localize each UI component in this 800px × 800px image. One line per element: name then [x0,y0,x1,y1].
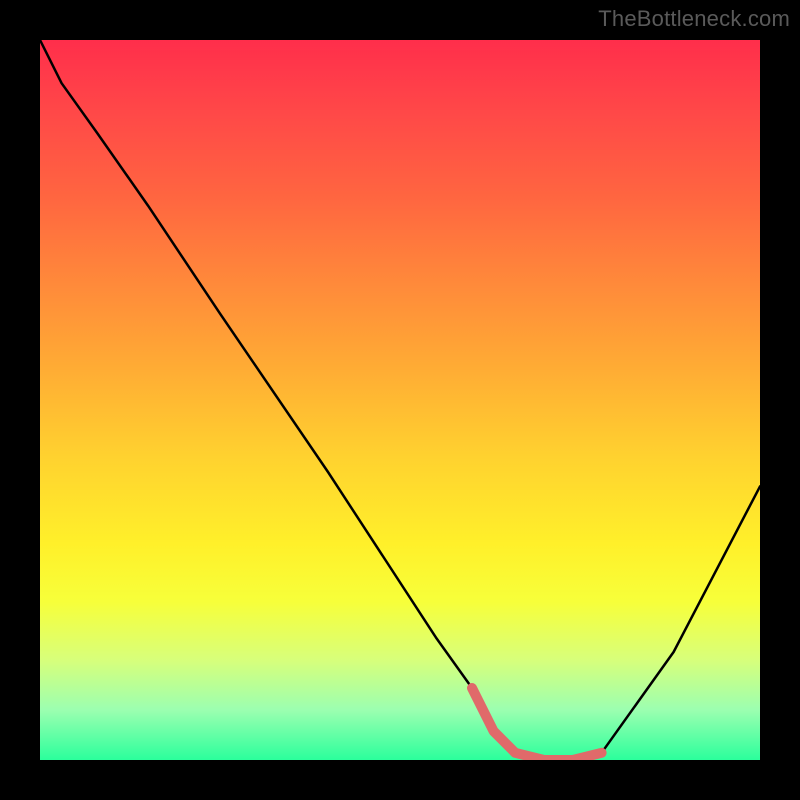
plot-area [40,40,760,760]
watermark-text: TheBottleneck.com [598,6,790,32]
chart-svg [40,40,760,760]
optimal-range-highlight [472,688,602,760]
chart-frame: TheBottleneck.com [0,0,800,800]
bottleneck-curve [40,40,760,760]
